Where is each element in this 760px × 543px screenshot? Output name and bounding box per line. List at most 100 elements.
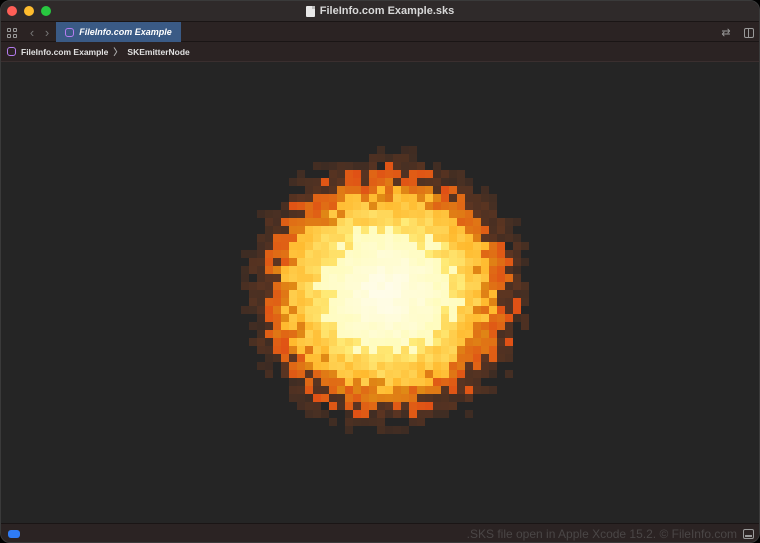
particle [377, 194, 385, 202]
particle [353, 362, 361, 370]
particle [465, 378, 473, 386]
scene-canvas[interactable] [1, 63, 759, 523]
particle [385, 298, 393, 306]
particle [273, 210, 281, 218]
particle [377, 234, 385, 242]
particle [457, 266, 465, 274]
close-window-button[interactable] [7, 6, 17, 16]
particle [409, 418, 417, 426]
particle [473, 322, 481, 330]
particle [305, 202, 313, 210]
particle [369, 218, 377, 226]
particle [305, 386, 313, 394]
particle [369, 226, 377, 234]
particle [433, 322, 441, 330]
particle [369, 298, 377, 306]
particle [361, 322, 369, 330]
particle [465, 274, 473, 282]
particle [409, 226, 417, 234]
particle [321, 282, 329, 290]
particle [409, 386, 417, 394]
tab-active-file[interactable]: FileInfo.com Example [56, 22, 181, 42]
particle [393, 266, 401, 274]
particle [401, 330, 409, 338]
particle [289, 226, 297, 234]
particle [425, 322, 433, 330]
particle [401, 210, 409, 218]
particle [329, 218, 337, 226]
particle [313, 410, 321, 418]
particle [401, 426, 409, 434]
particle [465, 186, 473, 194]
particle [321, 226, 329, 234]
particle [273, 250, 281, 258]
particle [393, 394, 401, 402]
particle [481, 218, 489, 226]
particle [489, 330, 497, 338]
particle [393, 218, 401, 226]
particle [401, 258, 409, 266]
particle [321, 250, 329, 258]
breadcrumb-item-node[interactable]: SKEmitterNode [127, 47, 189, 57]
particle [313, 202, 321, 210]
particle [329, 186, 337, 194]
particle [369, 410, 377, 418]
particle [457, 338, 465, 346]
particle [241, 266, 249, 274]
particle [505, 226, 513, 234]
fire-particle-emitter[interactable] [1, 63, 759, 523]
particle [289, 314, 297, 322]
grid-button[interactable] [5, 22, 19, 43]
particle [481, 266, 489, 274]
particle [369, 370, 377, 378]
particle [377, 378, 385, 386]
particle [425, 194, 433, 202]
particle [257, 234, 265, 242]
particle [273, 298, 281, 306]
particle [513, 306, 521, 314]
particle [401, 186, 409, 194]
particle [313, 234, 321, 242]
particle [393, 186, 401, 194]
particle [305, 218, 313, 226]
particle [505, 338, 513, 346]
particle [473, 258, 481, 266]
particle [345, 162, 353, 170]
particle [329, 266, 337, 274]
particle [265, 314, 273, 322]
particle [489, 298, 497, 306]
particle [377, 282, 385, 290]
particle [409, 146, 417, 154]
particle [401, 378, 409, 386]
particle [281, 306, 289, 314]
minimize-window-button[interactable] [24, 6, 34, 16]
breadcrumb-item-file[interactable]: FileInfo.com Example [21, 47, 108, 57]
split-editor-button[interactable] [742, 22, 756, 43]
particle [305, 346, 313, 354]
particle [369, 346, 377, 354]
particle [297, 346, 305, 354]
particle [465, 338, 473, 346]
debug-area-icon[interactable] [743, 529, 754, 539]
status-indicator-icon[interactable] [8, 530, 20, 538]
particle [457, 330, 465, 338]
particle [425, 274, 433, 282]
particle [321, 218, 329, 226]
particle [345, 226, 353, 234]
particle [489, 202, 497, 210]
back-button[interactable]: ‹ [26, 22, 38, 43]
particle [337, 362, 345, 370]
forward-button[interactable]: › [41, 22, 53, 43]
particle [441, 314, 449, 322]
particle [393, 290, 401, 298]
particle [465, 266, 473, 274]
particle [305, 338, 313, 346]
zoom-window-button[interactable] [41, 6, 51, 16]
split-editor-icon [744, 27, 754, 38]
particle [337, 346, 345, 354]
particle [465, 330, 473, 338]
particle [489, 218, 497, 226]
particle [265, 282, 273, 290]
swap-button[interactable]: ⇄ [718, 22, 734, 43]
breadcrumb: FileInfo.com Example 〉 SKEmitterNode [1, 42, 759, 62]
